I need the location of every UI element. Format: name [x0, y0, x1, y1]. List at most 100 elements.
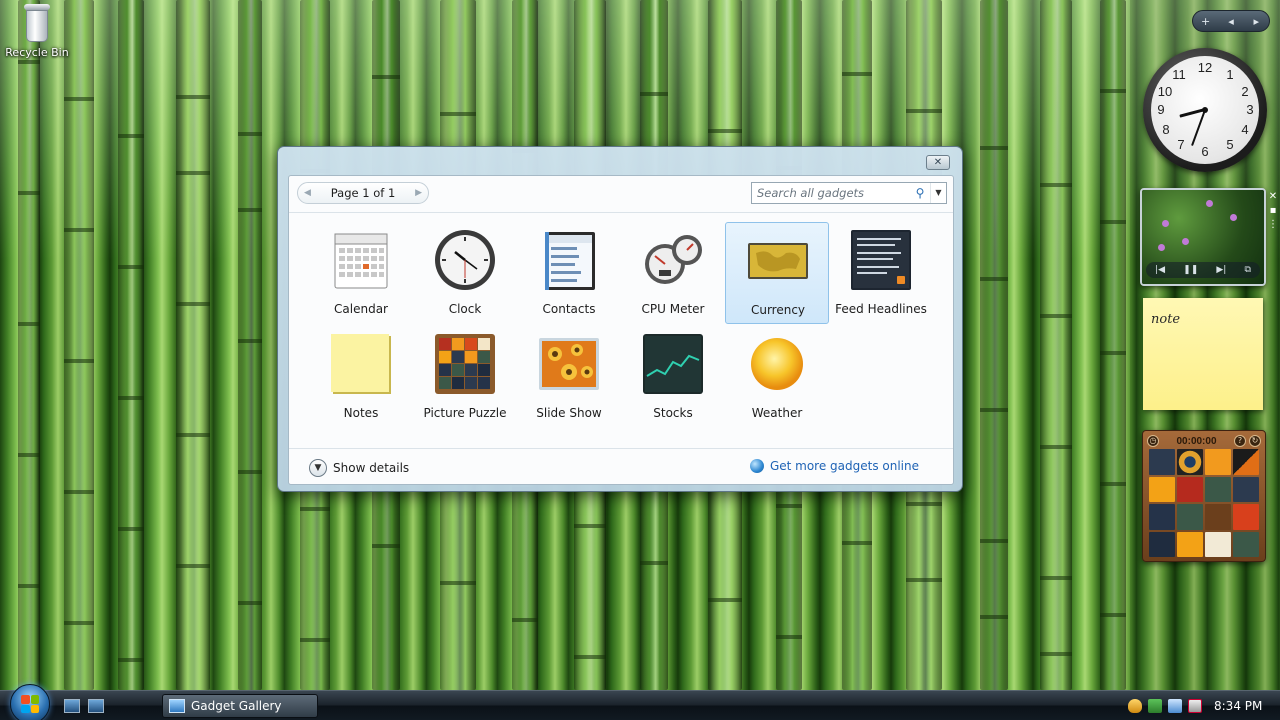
security-shield-icon[interactable] [1128, 699, 1142, 713]
gadget-grid: Calendar Clock Contacts CPU Meter Curren… [309, 222, 949, 432]
gadget-tile-currency[interactable]: Currency [725, 222, 829, 324]
recycle-bin-label: Recycle Bin [5, 46, 69, 59]
puzzle-tile[interactable] [1149, 504, 1175, 530]
gadget-tile-feed-headlines[interactable]: Feed Headlines [829, 222, 933, 324]
puzzle-tile[interactable] [1233, 476, 1259, 502]
gadget-tile-calendar[interactable]: Calendar [309, 222, 413, 324]
picture-puzzle-gadget[interactable]: ◷ 00:00:00 ? ↻ [1142, 430, 1266, 562]
timer-icon: ◷ [1147, 435, 1159, 447]
gadget-gallery-window: ✕ ◀ Page 1 of 1 ▶ ⚲ ▼ [277, 146, 963, 492]
recycle-bin-icon [22, 4, 52, 44]
system-tray: 8:34 PM [1128, 694, 1278, 718]
pager-label: Page 1 of 1 [330, 186, 396, 200]
help-icon[interactable]: ? [1234, 435, 1246, 447]
clock-gadget[interactable]: 12 1 2 3 4 5 6 7 8 9 10 11 [1143, 48, 1267, 172]
search-input[interactable] [752, 183, 910, 203]
network-icon[interactable] [1168, 699, 1182, 713]
gadget-tile-stocks[interactable]: Stocks [621, 326, 725, 428]
puzzle-tile-empty[interactable] [1205, 504, 1231, 530]
gadget-tile-clock[interactable]: Clock [413, 222, 517, 324]
contacts-icon [537, 228, 601, 292]
clock-numeral: 1 [1226, 67, 1234, 82]
gadget-tile-notes[interactable]: Notes [309, 326, 413, 428]
pause-icon[interactable]: ❚❚ [1183, 265, 1198, 275]
notes-gadget[interactable]: note [1143, 298, 1263, 410]
puzzle-tile[interactable] [1177, 476, 1203, 502]
puzzle-toolbar: ◷ 00:00:00 ? ↻ [1147, 434, 1261, 448]
puzzle-tile[interactable] [1177, 504, 1203, 530]
bamboo-stalk [118, 0, 144, 690]
shuffle-icon[interactable]: ↻ [1249, 435, 1261, 447]
add-gadget-button[interactable]: + [1196, 15, 1216, 28]
gadget-tile-weather[interactable]: Weather [725, 326, 829, 428]
bamboo-stalk [980, 0, 1008, 690]
cpu-meter-icon [641, 228, 705, 292]
puzzle-tile[interactable] [1177, 449, 1203, 475]
get-more-gadgets-link[interactable]: Get more gadgets online [749, 459, 919, 473]
picture-puzzle-icon [433, 332, 497, 396]
pager-next-icon[interactable]: ▶ [415, 188, 422, 198]
chevron-down-icon[interactable]: ▼ [309, 459, 327, 477]
slideshow-gadget[interactable]: |◀ ❚❚ ▶| ⧉ [1140, 188, 1266, 286]
sidebar-controls: + ◂ ▸ [1192, 10, 1270, 32]
puzzle-tile[interactable] [1233, 449, 1259, 475]
next-icon[interactable]: ▶| [1216, 265, 1226, 275]
gadget-tile-contacts[interactable]: Contacts [517, 222, 621, 324]
previous-icon[interactable]: |◀ [1155, 265, 1165, 275]
gadget-name: Weather [751, 406, 803, 420]
bamboo-stalk [1040, 0, 1072, 690]
puzzle-tile[interactable] [1149, 476, 1175, 502]
clock-numeral: 7 [1177, 137, 1185, 152]
puzzle-tile[interactable] [1149, 531, 1175, 557]
pager-previous-icon[interactable]: ◀ [304, 188, 311, 198]
previous-page-button[interactable]: ◂ [1221, 15, 1241, 28]
windows-logo-icon [21, 695, 39, 713]
show-details-toggle[interactable]: ▼ Show details [309, 459, 409, 477]
bamboo-stalk [238, 0, 262, 690]
gadget-tile-picture-puzzle[interactable]: Picture Puzzle [413, 326, 517, 428]
clock-numeral: 3 [1246, 102, 1254, 117]
gadget-name: Stocks [653, 406, 693, 420]
show-desktop-icon[interactable] [64, 699, 80, 713]
divider [289, 448, 953, 449]
gadget-tile-slide-show[interactable]: Slide Show [517, 326, 621, 428]
taskbar-item-label: Gadget Gallery [191, 699, 282, 713]
puzzle-tile[interactable] [1177, 531, 1203, 557]
volume-muted-icon[interactable] [1188, 699, 1202, 713]
start-button[interactable] [10, 684, 50, 720]
puzzle-tile[interactable] [1205, 449, 1231, 475]
search-icon[interactable]: ⚲ [910, 186, 930, 200]
currency-icon [746, 229, 810, 293]
recycle-bin[interactable]: Recycle Bin [4, 2, 70, 59]
close-button[interactable]: ✕ [926, 155, 950, 170]
gadget-options-strip[interactable]: ✕ ▪ ⋮ [1268, 190, 1278, 232]
show-details-label[interactable]: Show details [333, 461, 409, 475]
clock-numeral: 5 [1226, 137, 1234, 152]
get-more-gadgets-label[interactable]: Get more gadgets online [770, 459, 919, 473]
puzzle-tile[interactable] [1205, 531, 1231, 557]
clock-numeral: 9 [1157, 102, 1165, 117]
divider [289, 212, 953, 213]
clock-numeral: 8 [1162, 122, 1170, 137]
switch-windows-icon[interactable] [88, 699, 104, 713]
sidebar-tray-icon[interactable] [1148, 699, 1162, 713]
clock-numeral: 12 [1197, 60, 1213, 75]
next-page-button[interactable]: ▸ [1246, 15, 1266, 28]
clock-numeral: 10 [1157, 84, 1173, 99]
puzzle-tile[interactable] [1233, 531, 1259, 557]
puzzle-tile[interactable] [1149, 449, 1175, 475]
puzzle-tile[interactable] [1205, 476, 1231, 502]
puzzle-tile[interactable] [1233, 504, 1259, 530]
search-dropdown-icon[interactable]: ▼ [930, 183, 946, 203]
view-icon[interactable]: ⧉ [1244, 265, 1250, 275]
clock-numeral: 6 [1201, 144, 1209, 159]
taskbar-clock[interactable]: 8:34 PM [1214, 699, 1262, 713]
clock-numeral: 4 [1241, 122, 1249, 137]
taskbar-item-gadget-gallery[interactable]: Gadget Gallery [162, 694, 318, 718]
gadget-tile-cpu-meter[interactable]: CPU Meter [621, 222, 725, 324]
globe-icon [749, 459, 764, 473]
gadget-name: Contacts [542, 302, 596, 316]
gadget-name: Picture Puzzle [423, 406, 507, 420]
weather-sun-icon [745, 332, 809, 396]
note-text[interactable]: note [1151, 312, 1180, 327]
